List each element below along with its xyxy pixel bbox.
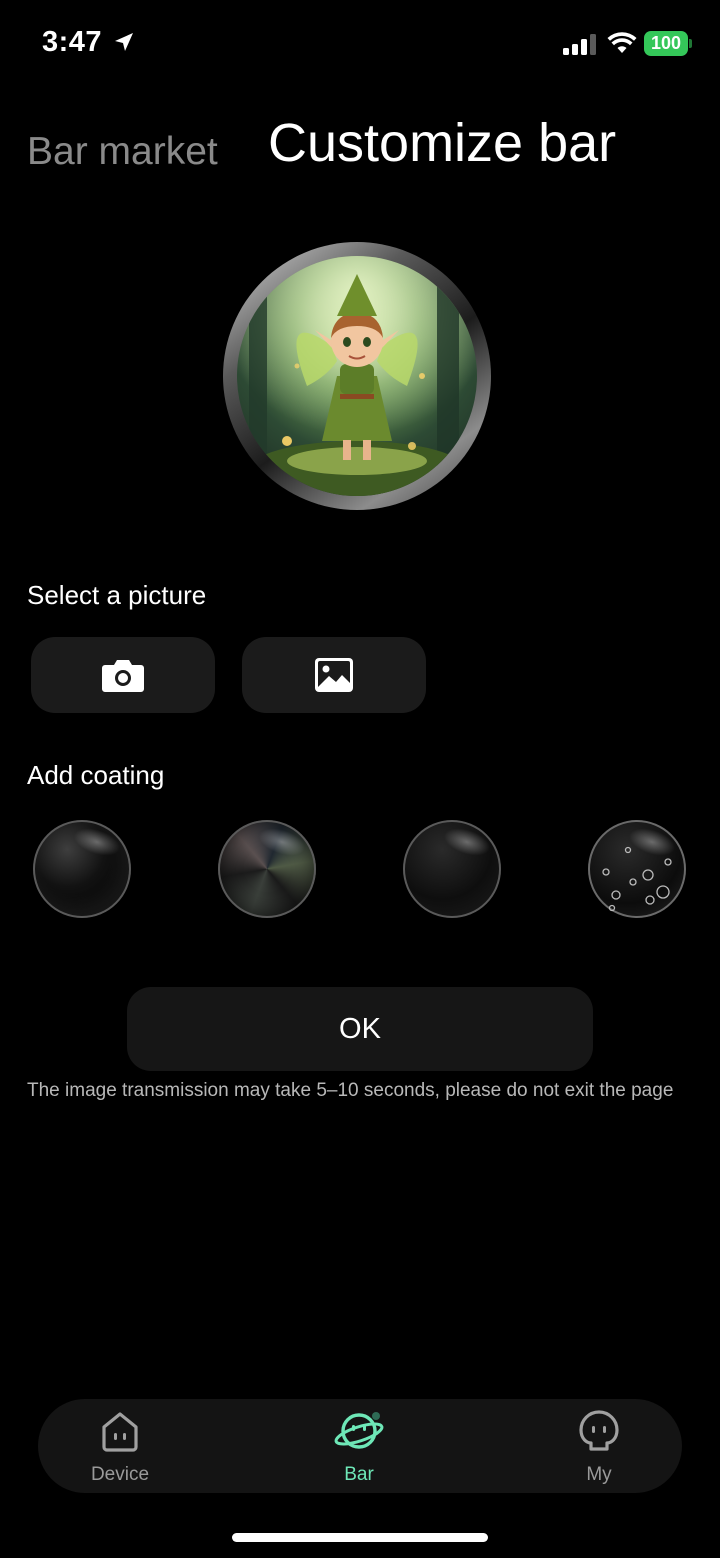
bubble-pattern xyxy=(602,846,672,912)
status-bar: 3:47 100 xyxy=(0,0,720,90)
battery-tip xyxy=(689,39,692,48)
bottom-nav: Device Bar My xyxy=(38,1399,682,1493)
bar-preview-frame xyxy=(223,242,491,510)
select-picture-label: Select a picture xyxy=(27,580,207,610)
tab-customize-bar[interactable]: Customize bar xyxy=(268,112,616,174)
coating-option-bubble[interactable] xyxy=(588,820,686,918)
device-home-icon xyxy=(102,1412,138,1452)
battery-indicator: 100 xyxy=(644,31,692,56)
tab-bar-market[interactable]: Bar market xyxy=(27,130,218,174)
gallery-button[interactable] xyxy=(242,637,426,713)
nav-item-device[interactable]: Device xyxy=(50,1399,190,1493)
cellular-signal-icon xyxy=(563,34,596,55)
wifi-icon xyxy=(607,32,637,53)
fairy-illustration xyxy=(237,256,477,496)
add-coating-label: Add coating xyxy=(27,760,165,790)
gallery-icon xyxy=(315,658,353,692)
coating-option-matte[interactable] xyxy=(403,820,501,918)
location-arrow-icon xyxy=(115,33,133,51)
nav-item-my[interactable]: My xyxy=(529,1399,669,1493)
coating-option-glossy[interactable] xyxy=(33,820,131,918)
camera-button[interactable] xyxy=(31,637,215,713)
nav-label-device: Device xyxy=(90,1464,150,1485)
fairy-preview-image xyxy=(237,256,477,496)
nav-item-bar[interactable]: Bar xyxy=(289,1399,429,1493)
status-time: 3:47 xyxy=(42,26,103,58)
transmission-note: The image transmission may take 5–10 sec… xyxy=(27,1080,674,1101)
coating-option-iridescent[interactable] xyxy=(218,820,316,918)
nav-label-bar: Bar xyxy=(344,1464,374,1485)
camera-icon xyxy=(102,660,144,692)
battery-level: 100 xyxy=(650,33,682,53)
ok-button[interactable]: OK xyxy=(127,987,593,1071)
profile-face-icon xyxy=(579,1410,619,1451)
nav-label-my: My xyxy=(586,1464,612,1485)
home-indicator xyxy=(232,1533,488,1542)
planet-face-icon xyxy=(334,1412,384,1449)
